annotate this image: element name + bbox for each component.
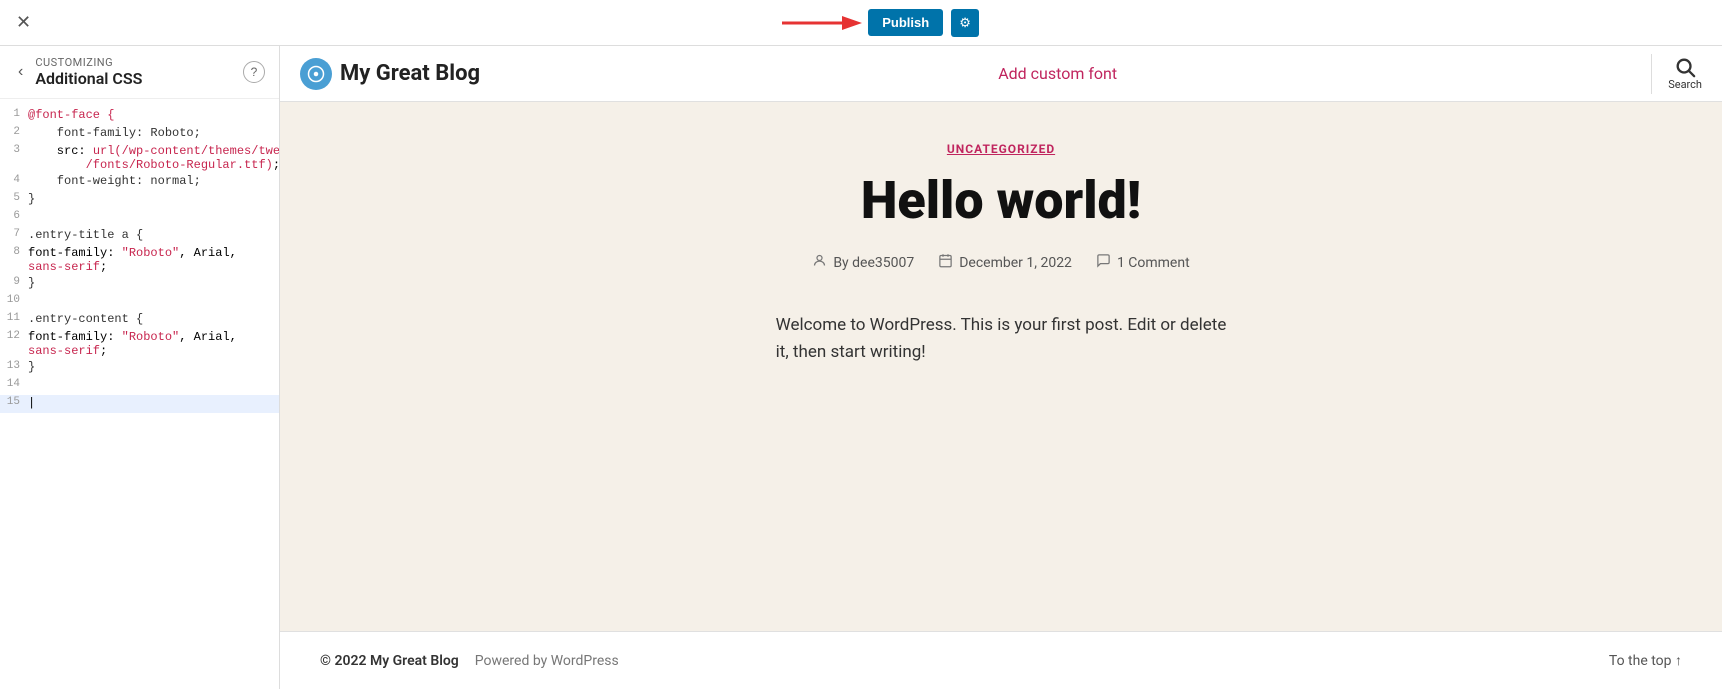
line-number: 4	[0, 174, 28, 190]
line-number: 7	[0, 228, 28, 244]
line-content: }	[28, 192, 279, 208]
date-icon	[938, 253, 953, 272]
post-excerpt: Welcome to WordPress. This is your first…	[776, 312, 1227, 366]
code-line-4: 4 font-weight: normal;	[0, 173, 279, 191]
line-content: }	[28, 276, 279, 292]
post-title: Hello world!	[861, 172, 1141, 229]
panel-header: ‹ Customizing Additional CSS ?	[0, 46, 279, 99]
publish-button[interactable]: Publish	[868, 9, 943, 36]
back-button[interactable]: ‹	[14, 61, 27, 83]
preview-content: UNCATEGORIZED Hello world! By dee35007 D…	[280, 102, 1722, 631]
line-content	[28, 210, 279, 226]
arrow-publish-area: Publish ⚙	[47, 9, 1714, 37]
code-line-12: 12 font-family: "Roboto", Arial,sans-ser…	[0, 329, 279, 359]
line-number: 15	[0, 396, 28, 412]
line-content: |	[28, 396, 279, 412]
panel-subtitle: Additional CSS	[35, 69, 235, 88]
line-number: 1	[0, 108, 28, 124]
code-line-14: 14	[0, 377, 279, 395]
preview-footer: © 2022 My Great Blog Powered by WordPres…	[280, 631, 1722, 689]
code-line-15: 15 |	[0, 395, 279, 413]
author-text: By dee35007	[833, 255, 914, 271]
line-number: 6	[0, 210, 28, 226]
line-number: 10	[0, 294, 28, 310]
author-icon	[812, 253, 827, 272]
line-content	[28, 378, 279, 394]
line-content: font-weight: normal;	[28, 174, 279, 190]
left-panel: ‹ Customizing Additional CSS ? 1 @font-f…	[0, 46, 280, 689]
line-number: 9	[0, 276, 28, 292]
code-line-3: 3 src: url(/wp-content/themes/twentytwen…	[0, 143, 279, 173]
code-line-10: 10	[0, 293, 279, 311]
gear-button[interactable]: ⚙	[951, 9, 979, 37]
line-content: src: url(/wp-content/themes/twentytwenty…	[28, 144, 279, 172]
code-line-1: 1 @font-face {	[0, 107, 279, 125]
line-number: 11	[0, 312, 28, 328]
site-logo-area: My Great Blog	[300, 58, 480, 90]
date-text: December 1, 2022	[959, 255, 1072, 271]
code-line-6: 6	[0, 209, 279, 227]
post-meta: By dee35007 December 1, 2022 1 Comment	[812, 253, 1189, 272]
line-number: 2	[0, 126, 28, 142]
code-editor[interactable]: 1 @font-face { 2 font-family: Roboto; 3 …	[0, 99, 279, 689]
line-content: font-family: "Roboto", Arial,sans-serif;	[28, 330, 279, 358]
panel-title-group: Customizing Additional CSS	[35, 56, 235, 88]
line-content: .entry-content {	[28, 312, 279, 328]
comments-text: 1 Comment	[1117, 255, 1190, 271]
line-number: 3	[0, 144, 28, 172]
meta-date: December 1, 2022	[938, 253, 1072, 272]
line-number: 5	[0, 192, 28, 208]
footer-to-top[interactable]: To the top ↑	[1609, 652, 1682, 669]
header-center: Add custom font	[480, 64, 1635, 83]
line-number: 13	[0, 360, 28, 376]
meta-author: By dee35007	[812, 253, 914, 272]
close-button[interactable]: ✕	[8, 8, 39, 37]
line-content: font-family: Roboto;	[28, 126, 279, 142]
add-custom-font-link[interactable]: Add custom font	[998, 64, 1117, 83]
vertical-divider	[1651, 54, 1652, 94]
site-name: My Great Blog	[340, 61, 480, 86]
line-content: font-family: "Roboto", Arial,sans-serif;	[28, 246, 279, 274]
search-button[interactable]: Search	[1668, 56, 1702, 91]
code-line-11: 11 .entry-content {	[0, 311, 279, 329]
customizing-label: Customizing	[35, 56, 235, 69]
line-content: }	[28, 360, 279, 376]
site-icon	[300, 58, 332, 90]
search-label: Search	[1668, 78, 1702, 91]
code-line-5: 5 }	[0, 191, 279, 209]
meta-comments: 1 Comment	[1096, 253, 1190, 272]
search-icon	[1674, 56, 1696, 78]
code-line-2: 2 font-family: Roboto;	[0, 125, 279, 143]
line-number: 14	[0, 378, 28, 394]
line-number: 12	[0, 330, 28, 358]
footer-powered: Powered by WordPress	[475, 653, 619, 669]
code-line-9: 9 }	[0, 275, 279, 293]
footer-left: © 2022 My Great Blog Powered by WordPres…	[320, 653, 619, 669]
red-arrow-icon	[782, 12, 862, 34]
main-layout: ‹ Customizing Additional CSS ? 1 @font-f…	[0, 46, 1722, 689]
line-content: .entry-title a {	[28, 228, 279, 244]
footer-copyright: © 2022 My Great Blog	[320, 653, 459, 669]
post-category: UNCATEGORIZED	[947, 142, 1055, 156]
line-number: 8	[0, 246, 28, 274]
code-line-13: 13 }	[0, 359, 279, 377]
line-content	[28, 294, 279, 310]
preview-header: My Great Blog Add custom font Search	[280, 46, 1722, 102]
right-preview: My Great Blog Add custom font Search UNC…	[280, 46, 1722, 689]
help-button[interactable]: ?	[243, 61, 265, 83]
comment-icon	[1096, 253, 1111, 272]
line-content: @font-face {	[28, 108, 279, 124]
top-bar: ✕ Publish ⚙	[0, 0, 1722, 46]
code-line-7: 7 .entry-title a {	[0, 227, 279, 245]
code-line-8: 8 font-family: "Roboto", Arial,sans-seri…	[0, 245, 279, 275]
